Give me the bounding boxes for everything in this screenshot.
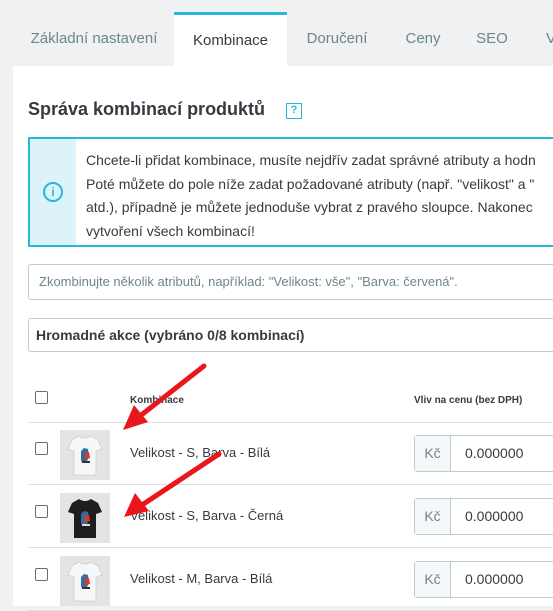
price-impact-input[interactable]: 0.000000 bbox=[452, 562, 553, 597]
combination-label: Velikost - S, Barva - Černá bbox=[130, 508, 284, 523]
select-all-checkbox[interactable] bbox=[35, 391, 48, 404]
tshirt-white-image bbox=[67, 435, 103, 476]
price-impact-input-group: Kč 0.000000 bbox=[414, 561, 553, 598]
help-icon[interactable]: ? bbox=[286, 103, 302, 119]
tab-seo[interactable]: SEO bbox=[459, 12, 525, 66]
combinations-panel: Správa kombinací produktů ? i Chcete-li … bbox=[13, 66, 553, 611]
table-header: Kombinace Vliv na cenu (bez DPH) K (b bbox=[28, 378, 553, 423]
alert-line: Chcete-li přidat kombinace, musíte nejdř… bbox=[86, 152, 536, 168]
alert-text: Chcete-li přidat kombinace, musíte nejdř… bbox=[76, 139, 553, 245]
bulk-actions-dropdown[interactable]: Hromadné akce (vybráno 0/8 kombinací) bbox=[28, 318, 553, 352]
tab-options[interactable]: V bbox=[525, 12, 553, 66]
table-row: Velikost - S, Barva - Bílá Kč 0.000000 bbox=[28, 422, 553, 485]
price-impact-input[interactable]: 0.000000 bbox=[452, 499, 553, 534]
row-checkbox[interactable] bbox=[35, 505, 48, 518]
product-thumbnail[interactable] bbox=[60, 430, 110, 480]
row-checkbox[interactable] bbox=[35, 568, 48, 581]
price-impact-input-group: Kč 0.000000 bbox=[414, 498, 553, 535]
row-checkbox[interactable] bbox=[35, 442, 48, 455]
alert-line: Poté můžete do pole níže zadat požadovan… bbox=[86, 175, 535, 192]
product-thumbnail[interactable] bbox=[60, 493, 110, 543]
info-icon: i bbox=[43, 182, 63, 202]
info-alert: i Chcete-li přidat kombinace, musíte nej… bbox=[28, 137, 553, 247]
product-tabs: Základní nastavení Kombinace Doručení Ce… bbox=[0, 0, 553, 66]
combination-label: Velikost - M, Barva - Bílá bbox=[130, 571, 273, 586]
currency-addon: Kč bbox=[415, 499, 451, 534]
tshirt-white-image bbox=[67, 561, 103, 602]
currency-addon: Kč bbox=[415, 436, 451, 471]
tab-pricing[interactable]: Ceny bbox=[387, 12, 459, 66]
column-header-combination: Kombinace bbox=[130, 395, 184, 406]
tab-shipping[interactable]: Doručení bbox=[287, 12, 387, 66]
alert-icon-area: i bbox=[30, 139, 76, 245]
alert-line: vytvoření všech kombinací! bbox=[86, 222, 255, 239]
attribute-combination-input[interactable]: Zkombinujte několik atributů, například:… bbox=[28, 264, 553, 300]
tshirt-black-image bbox=[68, 499, 102, 538]
table-row: Velikost - S, Barva - Černá Kč 0.000000 bbox=[28, 485, 553, 548]
table-row: Velikost - M, Barva - Bílá Kč 0.000000 bbox=[28, 548, 553, 611]
combination-label: Velikost - S, Barva - Bílá bbox=[130, 445, 271, 460]
price-impact-input[interactable]: 0.000000 bbox=[452, 436, 553, 471]
price-impact-input-group: Kč 0.000000 bbox=[414, 435, 553, 472]
alert-line: atd.), případně je můžete jednoduše vybr… bbox=[86, 199, 533, 215]
currency-addon: Kč bbox=[415, 562, 451, 597]
tab-combinations[interactable]: Kombinace bbox=[174, 12, 287, 66]
tab-basic-settings[interactable]: Základní nastavení bbox=[14, 12, 174, 66]
page-title: Správa kombinací produktů bbox=[28, 99, 266, 119]
product-thumbnail[interactable] bbox=[60, 556, 110, 606]
column-header-price-impact: Vliv na cenu (bez DPH) bbox=[414, 395, 523, 406]
